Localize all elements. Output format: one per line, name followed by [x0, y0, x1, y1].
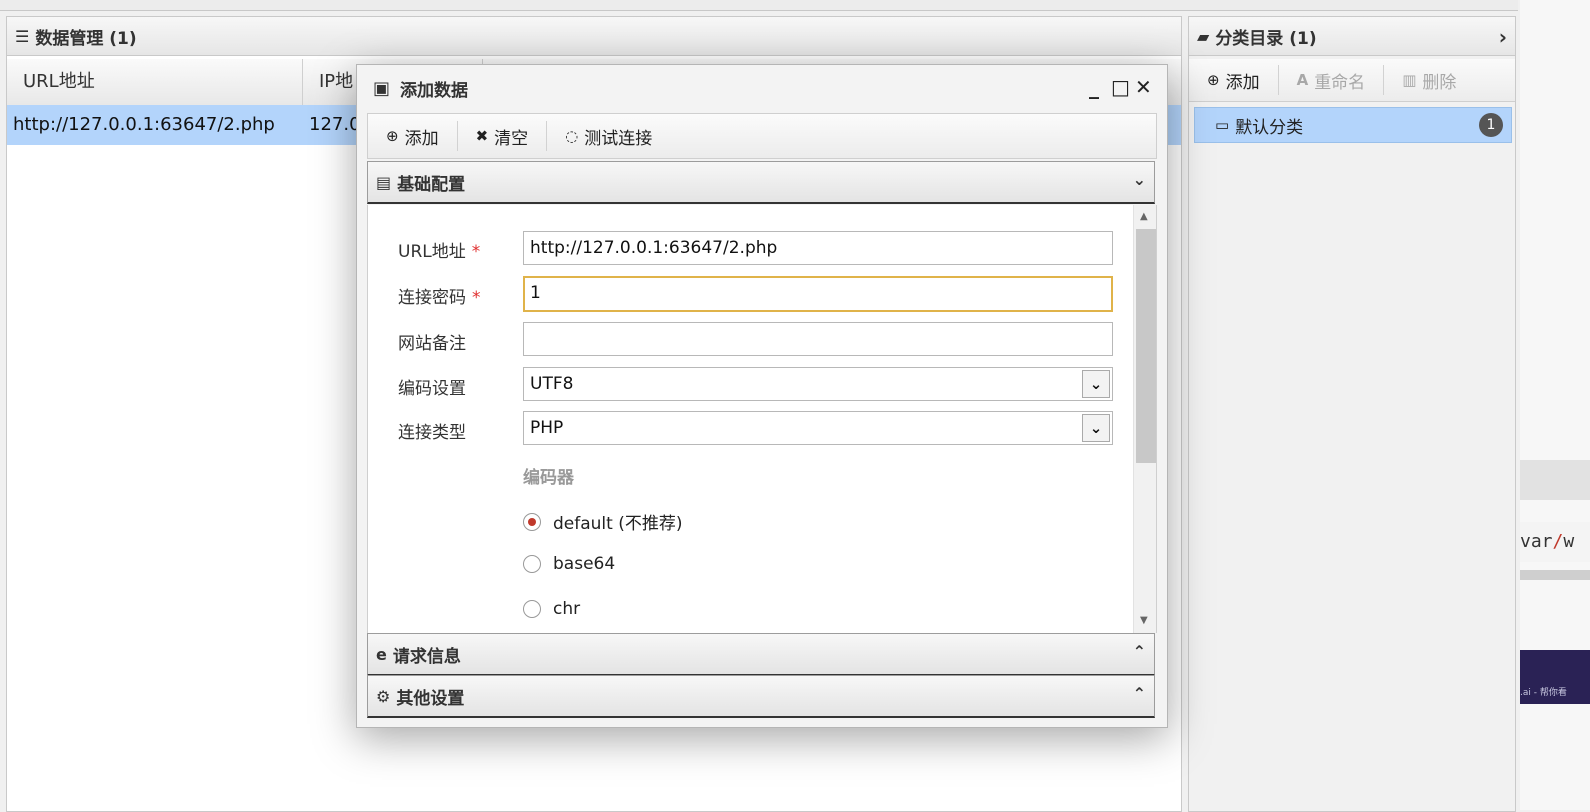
category-delete-button[interactable]: ▥ 删除	[1384, 65, 1474, 95]
radio-icon[interactable]	[523, 600, 541, 618]
note-input[interactable]	[523, 322, 1113, 356]
category-toolbar: ⊕ 添加 A 重命名 ▥ 删除	[1189, 59, 1515, 102]
data-panel-header: ☰ 数据管理 (1)	[7, 17, 1181, 56]
close-icon: ✖	[475, 127, 489, 145]
dialog-clear-button[interactable]: ✖ 清空	[458, 121, 548, 151]
background-band	[1520, 460, 1590, 500]
encoder-option-chr[interactable]: chr	[523, 599, 580, 619]
category-panel: ▰ 分类目录 (1) › ⊕ 添加 A 重命名 ▥ 删除 ▭ 默认分类 1	[1188, 16, 1516, 812]
password-input[interactable]: 1	[523, 276, 1113, 312]
dialog-test-connection-button[interactable]: ◌ 测试连接	[547, 121, 670, 151]
section-request-info[interactable]: e 请求信息 ⌃	[367, 633, 1155, 676]
chevron-up-icon: ⌃	[1132, 684, 1146, 703]
basic-config-form: URL地址 * http://127.0.0.1:63647/2.php 连接密码…	[367, 205, 1157, 633]
plus-circle-icon: ⊕	[386, 127, 399, 145]
spinner-icon: ◌	[565, 127, 579, 145]
category-item-default[interactable]: ▭ 默认分类 1	[1194, 107, 1512, 143]
column-header-url[interactable]: URL地址	[7, 59, 303, 105]
encoding-label: 编码设置	[398, 379, 466, 399]
category-panel-header: ▰ 分类目录 (1) ›	[1189, 17, 1515, 56]
encoder-option-default[interactable]: default (不推荐)	[523, 509, 682, 534]
cell-url: http://127.0.0.1:63647/2.php	[13, 114, 275, 135]
url-label: URL地址 *	[398, 242, 481, 262]
type-label: 连接类型	[398, 423, 466, 443]
dialog-toolbar: ⊕ 添加 ✖ 清空 ◌ 测试连接	[367, 113, 1157, 159]
count-badge: 1	[1479, 113, 1503, 137]
dialog-title: 添加数据	[400, 80, 469, 101]
chevron-down-icon[interactable]: ⌄	[1082, 414, 1110, 442]
background-code-line: var/w	[1520, 522, 1590, 562]
dialog-add-button[interactable]: ⊕ 添加	[368, 121, 458, 151]
scroll-up-icon[interactable]: ▲	[1140, 211, 1148, 222]
category-add-button[interactable]: ⊕ 添加	[1189, 65, 1279, 95]
window-icon: ▣	[373, 77, 391, 99]
url-input[interactable]: http://127.0.0.1:63647/2.php	[523, 231, 1113, 265]
password-label: 连接密码 *	[398, 288, 481, 308]
folder-open-icon: ▭	[1215, 116, 1230, 134]
section-basic-config[interactable]: ▤ 基础配置 ⌄	[367, 161, 1155, 204]
category-panel-title: 分类目录 (1)	[1215, 28, 1317, 49]
data-panel-title: 数据管理 (1)	[35, 28, 137, 49]
scroll-thumb[interactable]	[1136, 229, 1156, 463]
type-select[interactable]: PHP ⌄	[523, 411, 1113, 445]
minimize-icon[interactable]: _	[1089, 75, 1099, 99]
encoder-option-base64[interactable]: base64	[523, 554, 615, 574]
dialog-titlebar[interactable]: ▣ 添加数据 _ □ ✕	[357, 65, 1167, 111]
close-icon[interactable]: ✕	[1135, 75, 1152, 99]
list-icon: ☰	[15, 26, 30, 46]
chevron-down-icon[interactable]: ⌄	[1082, 370, 1110, 398]
form-scrollbar[interactable]: ▲ ▼	[1133, 205, 1156, 633]
folder-icon: ▰	[1197, 26, 1210, 46]
encoder-title: 编码器	[523, 468, 574, 488]
chevron-down-icon: ⌄	[1132, 170, 1146, 189]
top-strip	[0, 0, 1518, 11]
section-other-settings[interactable]: ⚙ 其他设置 ⌃	[367, 675, 1155, 718]
radio-icon[interactable]	[523, 555, 541, 573]
encoding-select[interactable]: UTF8 ⌄	[523, 367, 1113, 401]
category-item-label: 默认分类	[1235, 117, 1304, 138]
scroll-down-icon[interactable]: ▼	[1140, 615, 1148, 626]
gears-icon: ⚙	[376, 686, 391, 706]
plus-circle-icon: ⊕	[1207, 71, 1220, 89]
background-scrollbar	[1520, 570, 1590, 580]
file-icon: ▤	[376, 172, 392, 192]
ie-icon: e	[376, 644, 387, 664]
note-label: 网站备注	[398, 334, 466, 354]
chevron-up-icon: ⌃	[1132, 642, 1146, 661]
trash-icon: ▥	[1402, 71, 1417, 89]
background-thumbnail: .ai - 帮你看	[1520, 650, 1590, 704]
add-data-dialog: ▣ 添加数据 _ □ ✕ ⊕ 添加 ✖ 清空 ◌ 测试连接 ▤ 基础配置 ⌄ U…	[356, 64, 1168, 728]
chevron-right-icon[interactable]: ›	[1499, 25, 1507, 49]
radio-selected-icon[interactable]	[523, 512, 541, 531]
cell-ip: 127.0	[309, 114, 361, 135]
category-rename-button[interactable]: A 重命名	[1279, 65, 1385, 95]
maximize-icon[interactable]: □	[1111, 75, 1130, 99]
font-icon: A	[1296, 71, 1309, 89]
